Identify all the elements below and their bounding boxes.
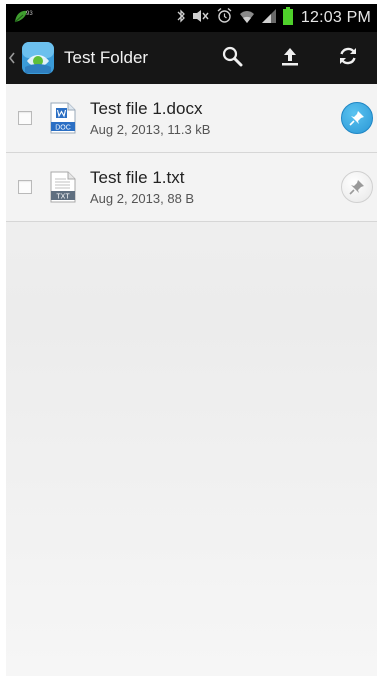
app-logo-icon[interactable] <box>20 40 56 76</box>
pin-toggle[interactable] <box>341 102 373 134</box>
file-meta: Aug 2, 2013, 88 B <box>90 191 195 206</box>
txt-file-icon: TXT <box>50 171 76 203</box>
file-type-label: TXT <box>56 194 70 201</box>
select-checkbox[interactable] <box>18 111 32 125</box>
pin-icon <box>349 180 364 195</box>
upload-button[interactable] <box>261 32 319 84</box>
alarm-icon <box>216 7 233 29</box>
select-checkbox[interactable] <box>18 180 32 194</box>
battery-icon <box>282 6 293 30</box>
refresh-button[interactable] <box>319 32 377 84</box>
action-bar: Test Folder <box>6 32 377 84</box>
status-clock: 12:03 PM <box>300 9 371 26</box>
leaf-notification-icon: 93 <box>12 7 34 30</box>
notification-badge: 93 <box>26 11 33 17</box>
file-name: Test file 1.txt <box>90 168 185 187</box>
search-button[interactable] <box>203 32 261 84</box>
up-chevron-icon[interactable] <box>8 51 18 65</box>
refresh-icon <box>337 45 359 72</box>
file-meta: Aug 2, 2013, 11.3 kB <box>90 122 211 137</box>
upload-icon <box>279 45 301 72</box>
pin-toggle[interactable] <box>341 171 373 203</box>
pin-icon <box>349 111 364 126</box>
file-name: Test file 1.docx <box>90 99 203 118</box>
list-item[interactable]: DOC Test file 1.docx Aug 2, 2013, 11.3 k… <box>6 84 377 153</box>
device-screen: 93 12:03 PM Test Folder DOC Test file 1.… <box>6 4 377 676</box>
folder-title: Test Folder <box>64 48 149 67</box>
mute-icon <box>192 9 210 28</box>
search-icon <box>221 45 243 72</box>
signal-icon <box>261 8 277 29</box>
file-type-label: DOC <box>55 125 71 132</box>
bluetooth-icon <box>176 8 186 29</box>
list-item[interactable]: TXT Test file 1.txt Aug 2, 2013, 88 B <box>6 153 377 222</box>
file-list: DOC Test file 1.docx Aug 2, 2013, 11.3 k… <box>6 84 377 676</box>
wifi-icon <box>239 8 255 29</box>
docx-file-icon: DOC <box>50 102 76 134</box>
status-bar: 93 12:03 PM <box>6 4 377 32</box>
